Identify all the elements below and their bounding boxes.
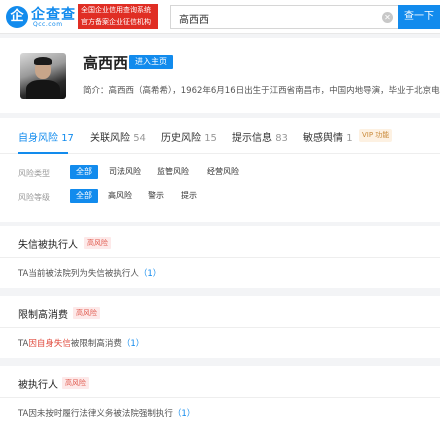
tab-label: 提示信息 — [232, 133, 272, 144]
filter-level-warning[interactable]: 警示 — [145, 189, 167, 203]
filter-type-business[interactable]: 经营风险 — [203, 165, 243, 179]
top-header: 企 企查查 Qcc.com 全国企业信用查询系统 官方备案企业征信机构 高西西 … — [0, 0, 440, 34]
detail-count: （1） — [138, 269, 162, 279]
detail-text: TA因未按时履行法律义务被法院强制执行 — [18, 409, 173, 419]
tab-related-risk[interactable]: 关联风险 54 — [90, 129, 146, 144]
card-detail[interactable]: TA因自身失信被限制高消费（1） — [18, 337, 144, 349]
tab-sensitive-news[interactable]: 敏感舆情 1 — [303, 129, 353, 144]
filter-type-all[interactable]: 全部 — [70, 165, 98, 179]
card-title[interactable]: 限制高消费 — [18, 306, 68, 321]
person-profile-card: 高西西 进入主页 简介：高西西（高希希），1962年6月16日出生于江西省南昌市… — [0, 38, 440, 113]
badge-line-1: 全国企业信用查询系统 — [81, 6, 151, 14]
badge-line-2: 官方备案企业征信机构 — [81, 18, 151, 26]
tab-count: 1 — [346, 133, 353, 144]
high-risk-tag: 高风险 — [84, 237, 111, 249]
card-header: 失信被执行人 高风险 — [0, 226, 440, 258]
risk-type-label: 风险类型 — [18, 169, 50, 178]
site-domain: Qcc.com — [33, 21, 63, 28]
avatar — [20, 53, 66, 99]
detail-count: （1） — [172, 409, 196, 419]
filter-type-judicial[interactable]: 司法风险 — [106, 165, 144, 179]
risk-card-dishonest: 失信被执行人 高风险 TA当前被法院列为失信被执行人（1） — [0, 226, 440, 288]
official-badge: 全国企业信用查询系统 官方备案企业征信机构 — [78, 4, 158, 29]
tab-label: 敏感舆情 — [303, 133, 343, 144]
filter-level-hint[interactable]: 提示 — [178, 189, 200, 203]
card-detail[interactable]: TA当前被法院列为失信被执行人（1） — [18, 267, 161, 279]
qcc-logo-icon[interactable]: 企 — [6, 6, 28, 28]
risk-tabs: 自身风险 17 关联风险 54 历史风险 15 提示信息 83 敏感舆情 1 V… — [0, 118, 440, 154]
tab-notice-info[interactable]: 提示信息 83 — [232, 129, 288, 144]
card-detail[interactable]: TA因未按时履行法律义务被法院强制执行（1） — [18, 407, 195, 419]
tab-self-risk[interactable]: 自身风险 17 — [18, 129, 74, 144]
person-intro: 简介：高西西（高希希），1962年6月16日出生于江西省南昌市，中国内地导演，毕… — [83, 86, 440, 96]
search-input-value[interactable]: 高西西 — [179, 11, 209, 26]
card-header: 限制高消费 高风险 — [0, 296, 440, 328]
detail-count: （1） — [121, 339, 145, 349]
detail-suffix: 被限制高消费 — [70, 339, 122, 349]
tab-history-risk[interactable]: 历史风险 15 — [161, 129, 217, 144]
tab-count: 17 — [61, 133, 74, 144]
tab-count: 15 — [204, 133, 217, 144]
detail-prefix: TA — [18, 339, 29, 349]
filter-level-high[interactable]: 高风险 — [106, 189, 134, 203]
risk-level-label: 风险等级 — [18, 193, 50, 202]
filter-type-regulatory[interactable]: 监管风险 — [153, 165, 193, 179]
detail-highlight: 因自身失信 — [28, 339, 71, 349]
risk-card-enforced: 被执行人 高风险 TA因未按时履行法律义务被法院强制执行（1） — [0, 366, 440, 427]
risk-card-consumption-limit: 限制高消费 高风险 TA因自身失信被限制高消费（1） — [0, 296, 440, 358]
high-risk-tag: 高风险 — [73, 307, 100, 319]
tab-label: 关联风险 — [90, 133, 130, 144]
tab-count: 54 — [133, 133, 146, 144]
card-header: 被执行人 高风险 — [0, 366, 440, 398]
card-title[interactable]: 失信被执行人 — [18, 236, 78, 251]
enter-homepage-button[interactable]: 进入主页 — [129, 55, 173, 69]
card-title[interactable]: 被执行人 — [18, 376, 58, 391]
clear-icon[interactable]: ✕ — [382, 12, 393, 23]
search-button[interactable]: 查一下 — [398, 5, 440, 29]
risk-panel: 自身风险 17 关联风险 54 历史风险 15 提示信息 83 敏感舆情 1 V… — [0, 118, 440, 222]
active-tab-indicator — [18, 152, 68, 154]
filter-level-all[interactable]: 全部 — [70, 189, 98, 203]
detail-text: TA当前被法院列为失信被执行人 — [18, 269, 139, 279]
tab-count: 83 — [275, 133, 288, 144]
tab-label: 历史风险 — [161, 133, 201, 144]
tab-label: 自身风险 — [18, 133, 58, 144]
high-risk-tag: 高风险 — [62, 377, 89, 389]
person-name: 高西西 — [83, 54, 129, 72]
search-input[interactable]: 高西西 ✕ — [170, 5, 398, 29]
vip-feature-badge[interactable]: VIP 功能 — [359, 129, 393, 142]
